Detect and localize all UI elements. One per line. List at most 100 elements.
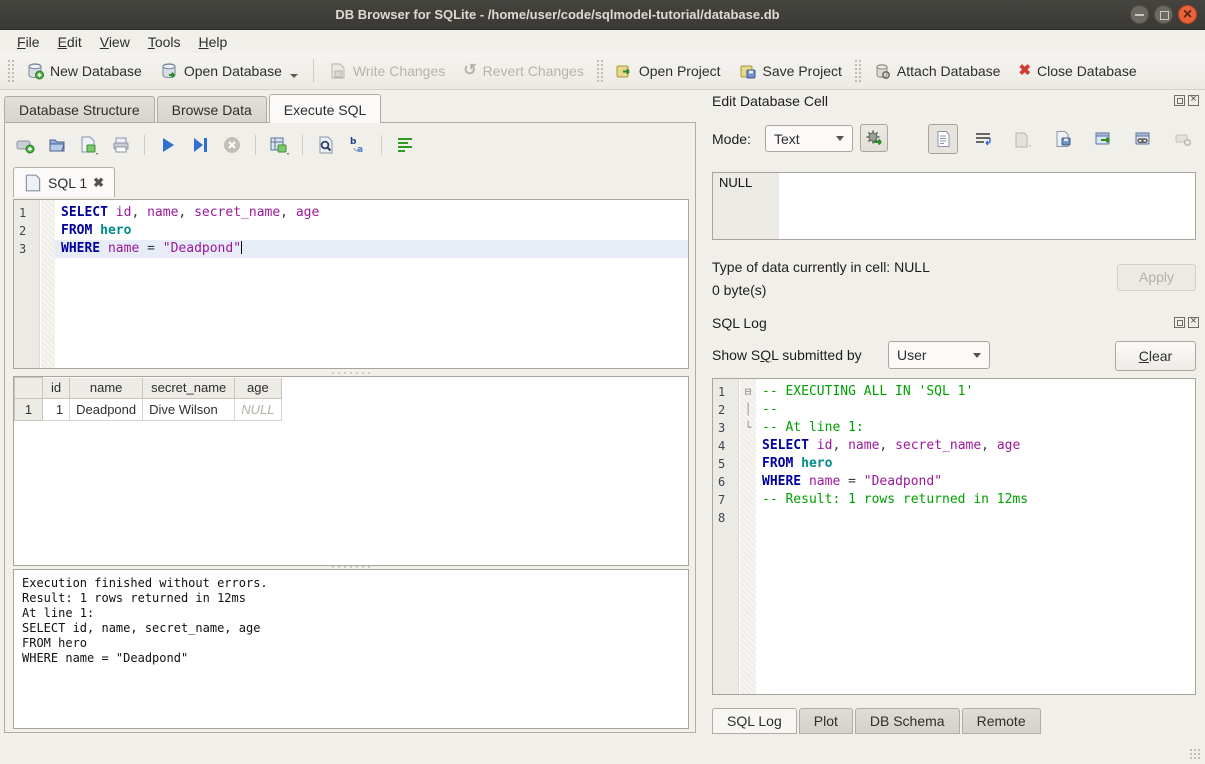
- toolbar-handle[interactable]: [854, 59, 861, 83]
- document-icon: [934, 130, 952, 148]
- resize-grip-icon[interactable]: [1189, 748, 1201, 760]
- write-changes-icon: [329, 62, 347, 80]
- open-database-button[interactable]: Open Database: [151, 58, 307, 84]
- find-button[interactable]: [314, 133, 338, 157]
- gear-arrow-icon: [865, 129, 883, 147]
- corner-header[interactable]: [15, 378, 43, 399]
- menu-view[interactable]: View: [91, 32, 139, 52]
- project-open-icon: [615, 62, 633, 80]
- tab-database-structure[interactable]: Database Structure: [4, 96, 155, 123]
- execute-line-button[interactable]: [188, 133, 212, 157]
- cell-value-editor[interactable]: NULL: [712, 172, 1196, 240]
- print-button[interactable]: [109, 133, 133, 157]
- sql-tab[interactable]: SQL 1 ✖: [13, 167, 115, 197]
- close-icon[interactable]: [1188, 95, 1199, 106]
- sql-editor[interactable]: 123 SELECT id, name, secret_name, ageFRO…: [13, 199, 689, 369]
- dock-tabbar: SQL Log Plot DB Schema Remote: [712, 707, 1041, 734]
- revert-changes-icon: ↺: [463, 62, 476, 80]
- execute-sql-panel: ba SQL 1 ✖ 123 SELECT id, name, secret_n…: [4, 122, 696, 733]
- edit-cell-dock-buttons: [1174, 95, 1199, 106]
- word-wrap-button[interactable]: [968, 124, 998, 154]
- save-results-button[interactable]: [267, 133, 291, 157]
- export-cell-button[interactable]: [1048, 124, 1078, 154]
- stop-button[interactable]: [220, 133, 244, 157]
- close-database-button[interactable]: ✖ Close Database: [1009, 58, 1145, 84]
- revert-changes-button[interactable]: ↺ Revert Changes: [454, 58, 593, 84]
- cell-size-info: 0 byte(s): [712, 282, 766, 298]
- save-sql-file-button[interactable]: [77, 133, 101, 157]
- menu-help[interactable]: Help: [190, 32, 237, 52]
- cell-value: NULL: [713, 173, 779, 239]
- text-mode-button[interactable]: [928, 124, 958, 154]
- mode-label: Mode:: [712, 131, 751, 147]
- mode-select[interactable]: Text: [765, 125, 853, 152]
- set-null-button[interactable]: [1168, 124, 1198, 154]
- window-title: DB Browser for SQLite - /home/user/code/…: [0, 0, 1115, 30]
- set-null-disabled-icon: [1174, 130, 1192, 148]
- open-project-button[interactable]: Open Project: [606, 58, 730, 84]
- log-code: -- EXECUTING ALL IN 'SQL 1'---- At line …: [756, 379, 1195, 527]
- import-cell-button[interactable]: [1008, 124, 1038, 154]
- cell-id[interactable]: 1: [43, 399, 70, 421]
- undock-icon[interactable]: [1174, 95, 1185, 106]
- clear-log-button[interactable]: Clear: [1115, 341, 1196, 371]
- menu-edit[interactable]: Edit: [49, 32, 91, 52]
- undock-icon[interactable]: [1174, 317, 1185, 328]
- link-icon: [1134, 130, 1152, 148]
- column-header-secret-name[interactable]: secret_name: [143, 378, 235, 399]
- close-icon[interactable]: [1188, 317, 1199, 328]
- column-header-age[interactable]: age: [235, 378, 281, 399]
- write-changes-button[interactable]: Write Changes: [320, 58, 454, 84]
- open-sql-tab-button[interactable]: [13, 133, 37, 157]
- tab-execute-sql[interactable]: Execute SQL: [269, 94, 382, 123]
- splitter-handle[interactable]: [330, 371, 370, 375]
- word-wrap-button[interactable]: [393, 133, 417, 157]
- main-tabbar: Database Structure Browse Data Execute S…: [4, 95, 383, 123]
- results-grid[interactable]: id name secret_name age 1 1 Deadpond Div…: [13, 376, 689, 566]
- open-sql-file-button[interactable]: [45, 133, 69, 157]
- close-sql-tab-icon[interactable]: ✖: [93, 175, 104, 191]
- log-filter-select[interactable]: User: [888, 341, 990, 369]
- editor-line-numbers: 123: [14, 200, 40, 368]
- sql-log-view[interactable]: 12345678 ⊟│└ -- EXECUTING ALL IN 'SQL 1'…: [712, 378, 1196, 695]
- row-header[interactable]: 1: [15, 399, 43, 421]
- cell-age[interactable]: NULL: [235, 399, 281, 421]
- db-browser-window: DB Browser for SQLite - /home/user/code/…: [0, 0, 1205, 764]
- save-project-button[interactable]: Save Project: [730, 58, 851, 84]
- cell-type-info: Type of data currently in cell: NULL: [712, 259, 930, 275]
- save-as-icon: [1054, 130, 1072, 148]
- editor-fold-margin: [41, 200, 55, 368]
- menubar: File Edit View Tools Help: [0, 31, 1205, 53]
- menu-tools[interactable]: Tools: [139, 32, 190, 52]
- toolbar-handle[interactable]: [7, 59, 14, 83]
- tab-browse-data[interactable]: Browse Data: [157, 96, 267, 123]
- execute-all-button[interactable]: [156, 133, 180, 157]
- cell-name[interactable]: Deadpond: [70, 399, 143, 421]
- tab-remote[interactable]: Remote: [962, 708, 1041, 734]
- tab-plot[interactable]: Plot: [799, 708, 853, 734]
- attach-database-button[interactable]: Attach Database: [864, 58, 1010, 84]
- editor-code[interactable]: SELECT id, name, secret_name, ageFROM he…: [55, 200, 688, 258]
- menu-file[interactable]: File: [8, 32, 49, 52]
- tab-sql-log[interactable]: SQL Log: [712, 708, 797, 734]
- apply-button[interactable]: Apply: [1117, 264, 1196, 291]
- maximize-icon[interactable]: [1154, 5, 1173, 24]
- column-header-name[interactable]: name: [70, 378, 143, 399]
- auto-mode-button[interactable]: [860, 124, 888, 152]
- execution-message-pane[interactable]: Execution finished without errors. Resul…: [13, 569, 689, 729]
- window-close-icon[interactable]: [1178, 5, 1197, 24]
- project-save-icon: [739, 62, 757, 80]
- copy-url-button[interactable]: [1128, 124, 1158, 154]
- cell-secret-name[interactable]: Dive Wilson: [143, 399, 235, 421]
- open-in-app-button[interactable]: [1088, 124, 1118, 154]
- toolbar-handle[interactable]: [596, 59, 603, 83]
- sql-editor-toolbar: ba: [13, 131, 417, 159]
- tab-db-schema[interactable]: DB Schema: [855, 708, 960, 734]
- table-row[interactable]: 1 1 Deadpond Dive Wilson NULL: [15, 399, 282, 421]
- find-replace-button[interactable]: ba: [346, 133, 370, 157]
- new-database-button[interactable]: New Database: [17, 58, 151, 84]
- database-open-icon: [160, 62, 178, 80]
- svg-text:a: a: [357, 145, 363, 155]
- column-header-id[interactable]: id: [43, 378, 70, 399]
- minimize-icon[interactable]: [1130, 5, 1149, 24]
